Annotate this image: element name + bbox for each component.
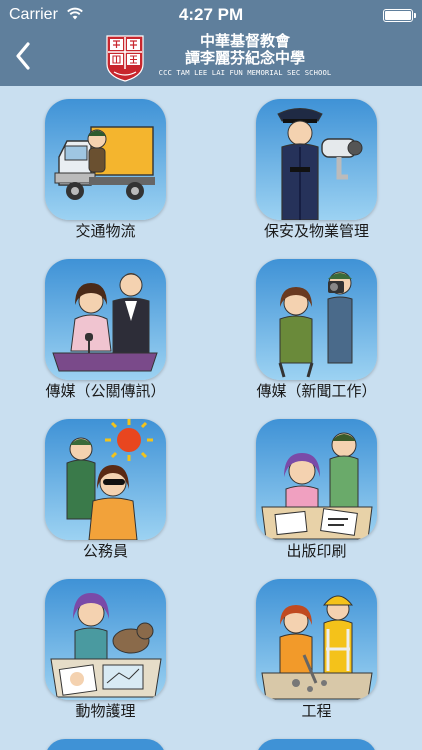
career-item-partial[interactable] [0, 726, 211, 750]
battery-icon [383, 9, 416, 22]
career-item-media-journalism[interactable]: 傳媒（新聞工作） [211, 246, 422, 406]
school-name-chinese-line2: 譚李麗芬紀念中學 [184, 49, 305, 67]
clock: 4:27 PM [178, 5, 244, 24]
animal-care-icon [45, 579, 166, 700]
publishing-icon [256, 419, 377, 540]
career-item-media-pr[interactable]: 傳媒（公關傳訊） [0, 246, 211, 406]
career-item-transport-logistics[interactable]: 交通物流 [0, 86, 211, 246]
career-label: 交通物流 [75, 222, 136, 240]
school-name-chinese-line1: 中華基督教會 [199, 32, 290, 50]
school-name-english: CCC TAM LEE LAI FUN MEMORIAL SEC SCHOOL [158, 68, 332, 77]
career-label: 動物護理 [75, 702, 136, 720]
navigation-bar: 中華基督教會 譚李麗芬紀念中學 CCC TAM LEE LAI FUN MEMO… [0, 30, 422, 86]
career-label: 傳媒（新聞工作） [256, 382, 377, 400]
journalist-icon [256, 259, 377, 380]
status-bar: Carrier 4:27 PM [0, 0, 422, 30]
career-item-civil-servant[interactable]: 公務員 [0, 406, 211, 566]
security-guard-icon [256, 99, 377, 220]
school-crest-icon [106, 35, 144, 82]
career-item-engineering[interactable]: 工程 [211, 566, 422, 726]
career-label: 工程 [301, 702, 332, 720]
chevron-left-icon [16, 42, 30, 70]
career-item-publishing-printing[interactable]: 出版印刷 [211, 406, 422, 566]
career-label: 傳媒（公關傳訊） [45, 382, 166, 400]
back-button[interactable] [6, 36, 40, 76]
career-label: 公務員 [82, 542, 128, 560]
engineering-icon [256, 579, 377, 700]
civil-servant-icon [45, 419, 166, 540]
career-icon-partial [256, 739, 377, 750]
career-item-animal-care[interactable]: 動物護理 [0, 566, 211, 726]
public-relations-icon [45, 259, 166, 380]
truck-driver-icon [45, 99, 166, 220]
career-label: 保安及物業管理 [263, 222, 369, 240]
career-label: 出版印刷 [286, 542, 347, 560]
school-title: 中華基督教會 譚李麗芬紀念中學 CCC TAM LEE LAI FUN MEMO… [150, 33, 340, 78]
career-item-partial[interactable] [211, 726, 422, 750]
career-item-security-property[interactable]: 保安及物業管理 [211, 86, 422, 246]
career-icon-partial [45, 739, 166, 750]
